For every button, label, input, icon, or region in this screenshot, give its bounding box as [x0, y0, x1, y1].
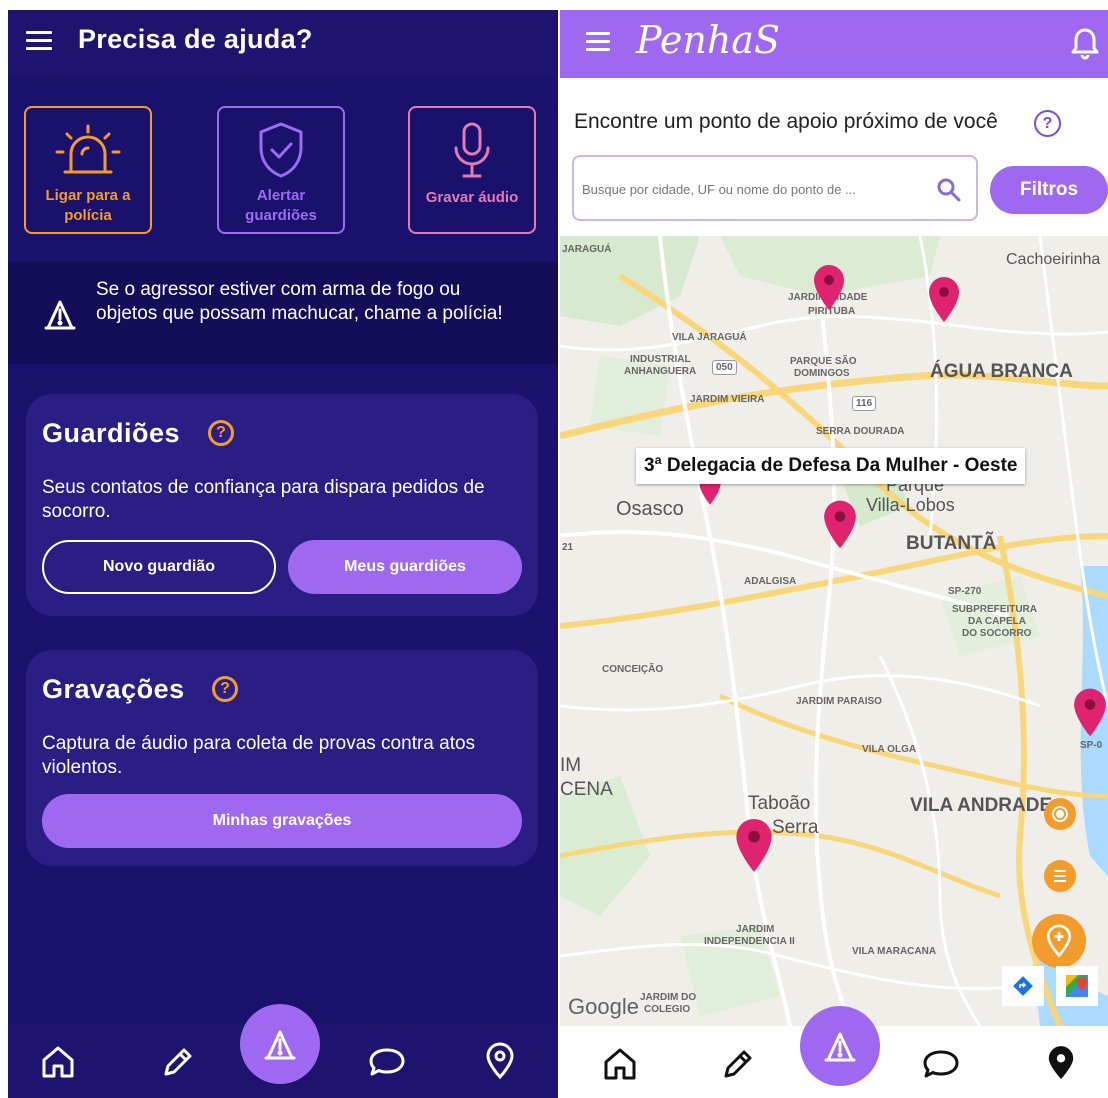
map-label: ADALGISA — [744, 576, 797, 587]
map-label: SP-270 — [948, 586, 982, 597]
map-label: JARDIM VIEIRA — [690, 394, 765, 405]
recordings-title: Gravações — [42, 674, 185, 704]
chat-icon[interactable] — [922, 1046, 960, 1082]
road-shield: 116 — [852, 396, 877, 411]
filters-button[interactable]: Filtros — [990, 166, 1108, 214]
map-label: PARQUE SÃO — [790, 356, 857, 367]
map-label: VILA OLGA — [862, 744, 917, 755]
my-guardians-button[interactable]: Meus guardiões — [288, 540, 522, 594]
call-police-button[interactable]: Ligar para a polícia — [24, 106, 152, 234]
map-label: ANHANGUERA — [624, 366, 697, 377]
map-label: Serra — [772, 817, 819, 838]
location-pin-icon[interactable] — [1046, 1044, 1076, 1082]
help-icon[interactable]: ? — [212, 676, 238, 702]
map-label: 21 — [562, 542, 574, 553]
record-audio-button[interactable]: Gravar áudio — [408, 106, 536, 234]
map-pin-icon[interactable] — [927, 276, 961, 324]
map-label: IM — [560, 755, 582, 776]
map-label: JARDIM PARAISO — [796, 696, 882, 707]
my-recordings-button[interactable]: Minhas gravações — [42, 794, 522, 848]
map-label: SERRA DOURADA — [816, 426, 905, 437]
page-title: Precisa de ajuda? — [78, 24, 313, 54]
recordings-card: Gravações ? Captura de áudio para coleta… — [26, 650, 538, 866]
search-icon[interactable] — [936, 177, 962, 203]
alert-guardians-label: Alertar guardiões — [245, 187, 317, 224]
record-audio-label: Gravar áudio — [425, 189, 519, 206]
add-location-icon[interactable] — [1032, 914, 1086, 968]
map-label: JARAGUÁ — [562, 244, 612, 255]
guardians-description: Seus contatos de confiança para dispara … — [42, 477, 485, 522]
location-icon[interactable] — [484, 1042, 516, 1080]
guardians-card: Guardiões ? Seus contatos de confiança p… — [26, 394, 538, 616]
menu-icon[interactable] — [26, 31, 52, 53]
map-pin-icon[interactable] — [1072, 686, 1108, 740]
help-screen: Precisa de ajuda? Ligar para a polícia A… — [8, 10, 558, 1098]
home-icon[interactable] — [602, 1046, 638, 1082]
microphone-icon — [454, 122, 490, 178]
directions-icon[interactable] — [1002, 966, 1044, 1006]
map-label: SUBPREFEITURA — [952, 604, 1038, 615]
road-shield: 050 — [712, 360, 737, 375]
map-label: CONCEIÇÃO — [602, 664, 664, 675]
support-map-screen: PenhaS Encontre um ponto de apoio próxim… — [560, 10, 1108, 1098]
guardians-title: Guardiões — [42, 418, 181, 448]
target-icon[interactable] — [1044, 798, 1076, 830]
warning-text: Se o agressor estiver com arma de fogo o… — [96, 279, 503, 324]
map-label: INDUSTRIAL — [630, 354, 691, 365]
map-label: DOMINGOS — [794, 368, 850, 379]
map-label: INDEPENDENCIA II — [704, 936, 795, 947]
map-label: Cachoeirinha — [1006, 251, 1101, 268]
chat-icon[interactable] — [368, 1044, 406, 1080]
map-label: Taboão — [748, 793, 811, 814]
map-label: VILA MARACANA — [852, 946, 937, 957]
map-pin-icon[interactable] — [734, 816, 774, 876]
app-logo: PenhaS — [636, 18, 780, 62]
shield-check-icon — [259, 122, 303, 178]
help-header: Precisa de ajuda? — [8, 10, 558, 78]
map-label: ÁGUA BRANCA — [930, 361, 1073, 382]
map-label: DA CAPELA — [968, 616, 1026, 627]
map-label: Villa-Lobos — [866, 495, 955, 515]
app-header: PenhaS — [560, 10, 1108, 78]
siren-icon — [55, 124, 121, 174]
list-icon[interactable] — [1044, 860, 1076, 892]
menu-icon[interactable] — [586, 32, 610, 52]
home-icon[interactable] — [40, 1044, 76, 1080]
map-pin-icon[interactable] — [812, 264, 846, 312]
new-guardian-button[interactable]: Novo guardião — [42, 540, 276, 594]
emergency-fab[interactable] — [800, 1006, 880, 1086]
map-label: Osasco — [616, 498, 684, 520]
google-maps-icon[interactable] — [1056, 966, 1098, 1006]
map-label: JARDIM — [736, 924, 775, 935]
map-pin-icon[interactable] — [822, 498, 858, 552]
help-icon[interactable]: ? — [208, 420, 234, 446]
emergency-fab[interactable] — [240, 1004, 320, 1084]
map-label: VILA ANDRADE — [910, 795, 1053, 816]
map-label: SP-0 — [1080, 740, 1103, 751]
map-label: JARDIM DO — [640, 992, 697, 1003]
help-icon[interactable]: ? — [1034, 110, 1061, 137]
google-logo: Google — [568, 994, 639, 1019]
search-box — [572, 155, 978, 221]
pencil-icon[interactable] — [160, 1044, 196, 1080]
bell-icon[interactable] — [1070, 26, 1100, 60]
search-input[interactable] — [582, 175, 922, 203]
call-police-label: Ligar para a polícia — [45, 187, 131, 224]
recordings-description: Captura de áudio para coleta de provas c… — [42, 733, 476, 778]
map-label: DO SOCORRO — [962, 628, 1032, 639]
map-label: BUTANTÃ — [906, 533, 997, 554]
alert-guardians-button[interactable]: Alertar guardiões — [217, 106, 345, 234]
map-label: COLEGIO — [644, 1004, 691, 1015]
location-tooltip[interactable]: 3ª Delegacia de Defesa Da Mulher - Oeste — [636, 448, 1026, 484]
map-label: CENA — [560, 779, 613, 800]
warning-icon — [44, 300, 76, 330]
pencil-icon[interactable] — [720, 1046, 756, 1082]
map-label: VILA JARAGUÁ — [672, 332, 747, 343]
alert-icon — [264, 1030, 296, 1060]
alert-icon — [824, 1032, 856, 1062]
find-support-title: Encontre um ponto de apoio próximo de vo… — [574, 110, 998, 133]
weapon-warning: Se o agressor estiver com arma de fogo o… — [8, 262, 558, 364]
map-view[interactable]: JARAGUÁ Cachoeirinha JARDIM CIDADE PIRIT… — [560, 236, 1108, 1026]
